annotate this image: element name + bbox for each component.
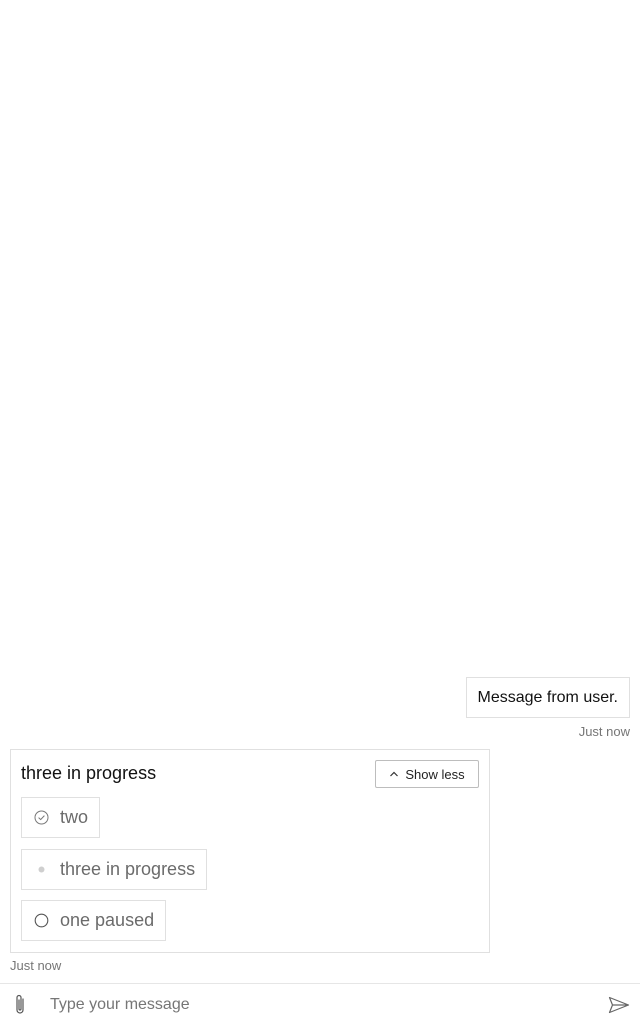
user-message-text: Message from user. [477,688,619,706]
task-label: one paused [60,910,155,930]
task-item-in-progress[interactable]: three in progress [21,849,208,890]
paperclip-icon [16,994,24,1014]
send-box [0,983,640,1024]
transcript: Message from user. Just now three in pro… [0,0,640,983]
show-less-button[interactable]: Show less [375,760,479,788]
task-item-paused[interactable]: one paused [21,900,167,941]
task-item-completed[interactable]: two [21,797,101,838]
bot-task-card: three in progress Show less two three in… [10,749,490,953]
empty-circle-icon [34,913,49,928]
send-icon [608,996,630,1014]
dot-icon [34,862,49,877]
send-button[interactable] [607,994,631,1016]
task-label: two [60,807,89,827]
attach-button[interactable] [9,993,31,1017]
chat-app: Message from user. Just now three in pro… [0,0,640,1024]
chevron-up-icon [390,771,399,777]
message-input[interactable] [50,992,570,1018]
user-message-bubble: Message from user. [465,677,630,718]
check-circle-icon [34,810,49,825]
user-message-timestamp: Just now [578,724,630,739]
bot-message-timestamp: Just now [10,958,62,973]
card-title: three in progress [21,763,157,783]
show-less-label: Show less [405,766,465,782]
task-label: three in progress [60,859,196,879]
